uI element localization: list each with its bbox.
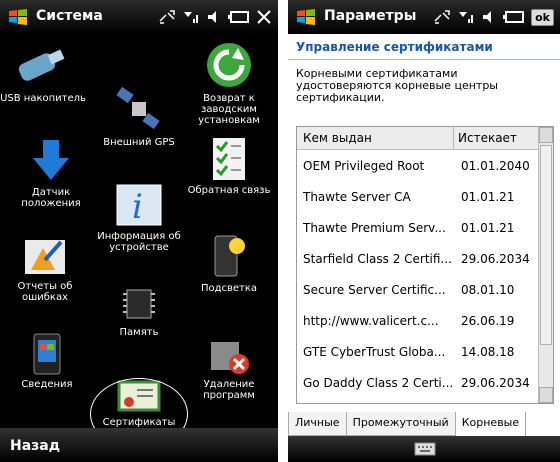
cell-issued-by: Thawte Premium Serv... bbox=[303, 220, 446, 235]
table-row[interactable]: http://www.valicert.c... 26.06.19 bbox=[297, 305, 553, 336]
tab-root[interactable]: Корневые bbox=[454, 412, 527, 436]
vertical-scrollbar[interactable] bbox=[538, 127, 553, 403]
tile-label: Память bbox=[119, 327, 159, 338]
divider bbox=[288, 59, 560, 60]
cell-issued-by: Secure Server Certific... bbox=[303, 282, 446, 297]
cell-expires: 01.01.21 bbox=[461, 220, 515, 235]
column-expires[interactable]: Истекает bbox=[454, 127, 538, 149]
tab-bar: Личные Промежуточный Корневые bbox=[288, 412, 560, 436]
tile-label: Отчеты об ошибках bbox=[17, 281, 73, 303]
memory-chip-icon bbox=[123, 289, 155, 319]
cell-issued-by: OEM Privileged Root bbox=[303, 158, 425, 173]
windows-logo-icon[interactable] bbox=[296, 8, 316, 26]
down-arrow-icon bbox=[33, 140, 69, 180]
status-icons bbox=[158, 6, 272, 28]
tile-label: Удаление программ bbox=[203, 379, 255, 401]
tile-remove-programs[interactable]: Удаление программ bbox=[186, 336, 272, 401]
certificates-screen: Параметры ok Управление сертификатами Ко… bbox=[288, 0, 560, 462]
table-row[interactable]: OEM Privileged Root 01.01.2040 bbox=[297, 150, 553, 181]
status-title: Параметры bbox=[324, 8, 417, 24]
tile-memory[interactable]: Память bbox=[96, 284, 182, 338]
tab-intermediate[interactable]: Промежуточный bbox=[345, 412, 456, 436]
keyboard-icon[interactable] bbox=[414, 442, 436, 456]
satellite-icon bbox=[116, 86, 160, 130]
backlight-icon bbox=[214, 235, 245, 277]
info-icon: i bbox=[116, 184, 162, 227]
table-row[interactable]: GTE CyberTrust Globa... 14.08.18 bbox=[297, 336, 553, 367]
scroll-up-arrow-icon[interactable] bbox=[539, 127, 553, 143]
cell-expires: 29.06.2034 bbox=[461, 251, 530, 266]
table-row[interactable]: Thawte Server CA 01.01.21 bbox=[297, 181, 553, 212]
table-row[interactable]: Thawte Premium Serv... 01.01.21 bbox=[297, 212, 553, 243]
soft-key-bar bbox=[288, 436, 560, 462]
volume-icon[interactable] bbox=[481, 9, 497, 25]
tile-error-reports[interactable]: Отчеты об ошибках bbox=[2, 236, 88, 303]
back-button[interactable]: Назад bbox=[10, 438, 60, 454]
battery-icon[interactable] bbox=[503, 10, 525, 24]
tile-label: Датчик положения bbox=[21, 187, 81, 209]
status-title: Система bbox=[36, 8, 103, 24]
cell-issued-by: http://www.valicert.c... bbox=[303, 313, 439, 328]
tile-usb[interactable]: USB накопитель bbox=[0, 44, 86, 104]
windows-logo-icon[interactable] bbox=[8, 8, 28, 26]
cell-issued-by: Starfield Class 2 Certifi... bbox=[303, 251, 452, 266]
table-row[interactable]: Starfield Class 2 Certifi... 29.06.2034 bbox=[297, 243, 553, 274]
table-row[interactable]: Go Daddy Class 2 Certi... 29.06.2034 bbox=[297, 367, 553, 398]
cell-expires: 01.01.2040 bbox=[461, 158, 530, 173]
tile-position-sensor[interactable]: Датчик положения bbox=[8, 138, 94, 209]
tile-label: Сведения bbox=[21, 379, 73, 390]
signal-icon[interactable] bbox=[457, 9, 475, 25]
soft-key-bar: Назад bbox=[0, 428, 278, 462]
error-report-icon bbox=[25, 240, 65, 274]
scroll-down-arrow-icon[interactable] bbox=[539, 387, 553, 403]
tile-device-info[interactable]: i Информация об устройстве bbox=[96, 182, 182, 253]
tile-label: USB накопитель bbox=[0, 93, 86, 104]
volume-icon[interactable] bbox=[206, 9, 222, 25]
cell-expires: 08.01.10 bbox=[461, 282, 515, 297]
table-row[interactable]: Secure Server Certific... 08.01.10 bbox=[297, 274, 553, 305]
cell-issued-by: Go Daddy Class 2 Certi... bbox=[303, 375, 454, 390]
svg-text:i: i bbox=[132, 187, 143, 227]
tile-label: Обратная связь bbox=[187, 185, 271, 196]
tile-about[interactable]: Сведения bbox=[4, 332, 90, 390]
tile-label: Информация об устройстве bbox=[97, 231, 181, 253]
tile-external-gps[interactable]: Внешний GPS bbox=[96, 84, 182, 148]
tile-label: Внешний GPS bbox=[103, 137, 175, 148]
battery-icon[interactable] bbox=[228, 10, 250, 24]
close-icon[interactable] bbox=[256, 9, 272, 25]
system-screen: Система USB накопитель Возврат к заводск… bbox=[0, 0, 278, 462]
factory-reset-icon bbox=[207, 43, 251, 87]
table-body: OEM Privileged Root 01.01.2040 Thawte Serv… bbox=[297, 150, 553, 403]
tile-backlight[interactable]: Подсветка bbox=[186, 232, 272, 294]
tile-factory-reset[interactable]: Возврат к заводским установкам bbox=[186, 40, 272, 126]
description-text: Корневыми сертификатами удостоверяются к… bbox=[296, 67, 498, 104]
cell-issued-by: Thawte Server CA bbox=[303, 189, 411, 204]
status-bar: Система bbox=[0, 0, 278, 34]
page-title: Управление сертификатами bbox=[296, 40, 493, 54]
signal-icon[interactable] bbox=[182, 9, 200, 25]
checklist-icon bbox=[213, 138, 245, 180]
status-icons: ok bbox=[433, 6, 554, 28]
cell-expires: 14.08.18 bbox=[461, 344, 515, 359]
cell-expires: 01.01.21 bbox=[461, 189, 515, 204]
cell-expires: 26.06.19 bbox=[461, 313, 515, 328]
tile-label: Возврат к заводским установкам bbox=[198, 93, 260, 126]
column-issued-by[interactable]: Кем выдан bbox=[297, 127, 454, 149]
status-bar: Параметры ok bbox=[288, 0, 560, 34]
certificates-table[interactable]: Кем выдан Истекает OEM Privileged Root 01… bbox=[296, 126, 554, 404]
tab-personal[interactable]: Личные bbox=[288, 412, 347, 436]
table-row[interactable]: GlobalSign Root CA28.01.14 bbox=[297, 398, 553, 403]
usb-drive-icon bbox=[18, 49, 65, 81]
cell-expires: 29.06.2034 bbox=[461, 375, 530, 390]
tile-label: Подсветка bbox=[200, 283, 258, 294]
connectivity-icon[interactable] bbox=[158, 9, 176, 25]
tile-feedback[interactable]: Обратная связь bbox=[186, 136, 272, 196]
about-icon bbox=[33, 333, 61, 375]
ok-button[interactable]: ok bbox=[531, 8, 554, 26]
cell-issued-by: GTE CyberTrust Globa... bbox=[303, 344, 446, 359]
scroll-thumb[interactable] bbox=[540, 145, 552, 345]
table-header: Кем выдан Истекает bbox=[297, 127, 553, 150]
connectivity-icon[interactable] bbox=[433, 9, 451, 25]
remove-programs-icon bbox=[211, 342, 249, 374]
